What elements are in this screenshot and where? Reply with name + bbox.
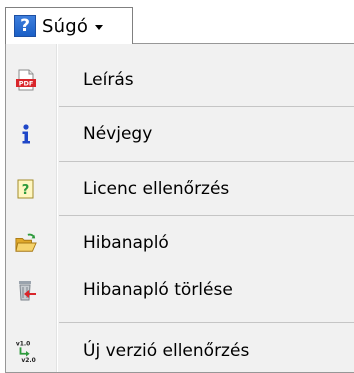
trash-delete-icon xyxy=(15,279,37,301)
menu-item-clear-error-log[interactable]: Hibanapló törlése xyxy=(6,271,354,309)
chevron-down-icon xyxy=(95,24,104,30)
info-icon xyxy=(15,123,37,145)
menu-item-label: Hibanapló xyxy=(83,233,169,253)
menu-item-about[interactable]: Névjegy xyxy=(6,115,354,153)
help-menu-button[interactable]: ? Súgó xyxy=(5,7,133,44)
menu-item-label: Névjegy xyxy=(83,124,153,144)
svg-text:v2.0: v2.0 xyxy=(21,357,35,364)
menu-item-license-check[interactable]: ? Licenc ellenőrzés xyxy=(6,170,354,208)
svg-text:v1.0: v1.0 xyxy=(16,341,30,348)
help-dropdown-menu: PDF Leírás Névjegy ? Licenc ellenőrzés H… xyxy=(5,43,354,373)
menu-item-label: Leírás xyxy=(83,70,134,90)
version-update-icon: v1.0 v2.0 xyxy=(15,340,37,365)
folder-open-icon xyxy=(15,232,37,254)
menu-item-label: Új verzió ellenőrzés xyxy=(83,341,250,361)
menu-separator xyxy=(59,161,354,162)
menu-separator xyxy=(59,322,354,323)
svg-text:?: ? xyxy=(22,183,30,198)
menu-item-error-log[interactable]: Hibanapló xyxy=(6,224,354,262)
menu-item-description[interactable]: PDF Leírás xyxy=(6,61,354,99)
menu-separator xyxy=(59,215,354,216)
license-question-icon: ? xyxy=(15,178,37,200)
menu-item-check-update[interactable]: v1.0 v2.0 Új verzió ellenőrzés xyxy=(6,332,354,370)
pdf-icon: PDF xyxy=(15,69,37,91)
menu-item-label: Licenc ellenőrzés xyxy=(83,179,230,199)
menu-item-label: Hibanapló törlése xyxy=(83,280,233,300)
help-menu-label: Súgó xyxy=(42,15,89,37)
svg-text:PDF: PDF xyxy=(19,80,34,88)
help-icon: ? xyxy=(14,15,36,37)
menu-separator xyxy=(59,106,354,107)
